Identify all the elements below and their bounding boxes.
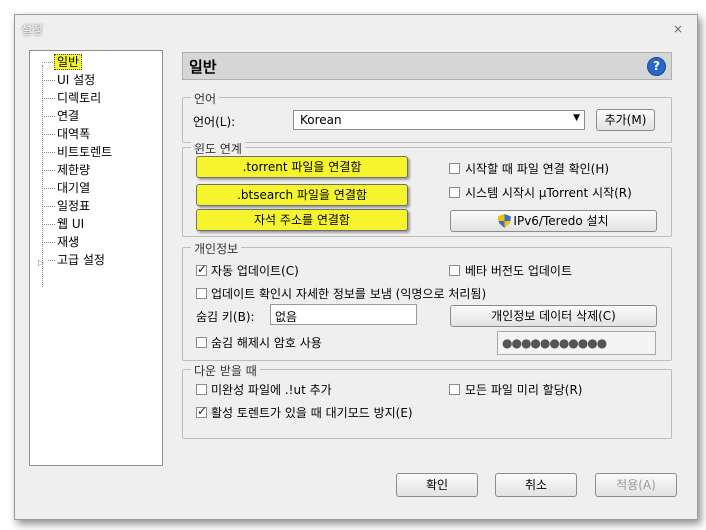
startup-assoc-label: 시작할 때 파일 연결 확인(H) [465,162,610,176]
tree-item-label: 재생 [57,235,80,249]
windows-integration-group: 윈도 연계 .torrent 파일을 연결함 .btsearch 파일을 연결함… [182,140,672,237]
help-icon[interactable]: ? [647,57,666,76]
send-info-label: 업데이트 확인시 자세한 정보를 보냄 (익명으로 처리됨) [211,287,487,301]
append-ut-label: 미완성 파일에 .!ut 추가 [211,383,332,397]
auto-update-checkbox[interactable] [196,262,207,276]
prevent-standby-label: 활성 토렌트가 있을 때 대기모드 방지(E) [211,406,413,420]
clear-private-data-button[interactable]: 개인정보 데이터 삭제(C) [450,305,657,327]
language-group: 언어 언어(L): Korean ▼ 추가(M) [182,90,672,143]
privacy-group: 개인정보 자동 업데이트(C) 베타 버전도 업데이트 업데이트 확인시 자세한… [182,240,672,361]
boss-key-value: 없음 [275,310,298,324]
group-title: 개인정보 [191,240,242,257]
tree-item-label: 일반 [54,54,83,70]
associate-magnet-button[interactable]: 자석 주소를 연결함 [196,209,408,231]
settings-window: 설정 × 일반 UI 설정 디렉토리 연결 대역폭 비트토렌트 제한량 대기열 … [14,14,698,520]
tree-item-label: 연결 [57,109,80,123]
beta-update-checkbox[interactable] [449,265,460,276]
auto-update-label: 자동 업데이트(C) [211,264,299,278]
group-title: 언어 [191,90,220,107]
tree-item-label: 제한량 [57,163,91,177]
ipv6-install-button[interactable]: IPv6/Teredo 설치 [450,210,657,232]
section-title: 일반 [189,58,217,76]
language-label: 언어(L): [193,115,236,129]
password-input[interactable]: ●●●●●●●●●●● [497,331,656,355]
apply-button[interactable]: 적용(A) [595,473,677,497]
tree-item-label: 대역폭 [57,127,91,141]
startup-assoc-checkbox[interactable] [449,163,460,174]
expand-arrow-icon[interactable]: ▷ [38,254,44,272]
dropdown-arrow-icon: ▼ [573,113,580,123]
tree-item-label: 비트토렌트 [57,145,113,159]
associate-torrent-button[interactable]: .torrent 파일을 연결함 [196,156,408,178]
title-bar: 설정 × [15,15,697,41]
tree-item-label: 웹 UI [57,217,85,231]
tree-item-label: 디렉토리 [57,91,102,105]
window-title: 설정 [21,23,44,37]
start-on-boot-checkbox[interactable] [449,187,460,198]
boss-key-label: 숨김 키(B): [196,310,255,324]
ok-button[interactable]: 확인 [396,473,478,497]
preallocate-checkbox[interactable] [449,384,460,395]
ipv6-label: IPv6/Teredo 설치 [513,214,609,228]
category-tree: 일반 UI 설정 디렉토리 연결 대역폭 비트토렌트 제한량 대기열 일정표 웹… [29,50,163,466]
prevent-standby-checkbox[interactable] [196,404,207,418]
append-ut-checkbox[interactable] [196,384,207,395]
unhide-password-checkbox[interactable] [196,337,207,348]
downloading-group: 다운 받을 때 미완성 파일에 .!ut 추가 모든 파일 미리 할당(R) 활… [182,362,672,439]
boss-key-input[interactable]: 없음 [270,304,417,325]
group-title: 윈도 연계 [191,140,245,157]
tree-item-label: 일정표 [57,199,91,213]
tree-item-label: UI 설정 [57,73,96,87]
group-title: 다운 받을 때 [191,362,260,379]
close-icon[interactable]: × [673,22,683,36]
preallocate-label: 모든 파일 미리 할당(R) [465,383,583,397]
tree-item-label: 대기열 [57,181,91,195]
language-select[interactable]: Korean ▼ [293,110,585,130]
tree-item-label: 고급 설정 [57,253,105,267]
language-value: Korean [300,113,342,127]
add-language-button[interactable]: 추가(M) [596,109,655,131]
send-info-checkbox[interactable] [196,288,207,299]
unhide-password-label: 숨김 해제시 암호 사용 [211,336,322,350]
start-on-boot-label: 시스템 시작시 µTorrent 시작(R) [465,186,632,200]
associate-btsearch-button[interactable]: .btsearch 파일을 연결함 [196,184,408,206]
cancel-button[interactable]: 취소 [495,473,577,497]
beta-update-label: 베타 버전도 업데이트 [465,264,572,278]
section-header: 일반 ? [182,52,672,80]
shield-icon [498,214,512,228]
